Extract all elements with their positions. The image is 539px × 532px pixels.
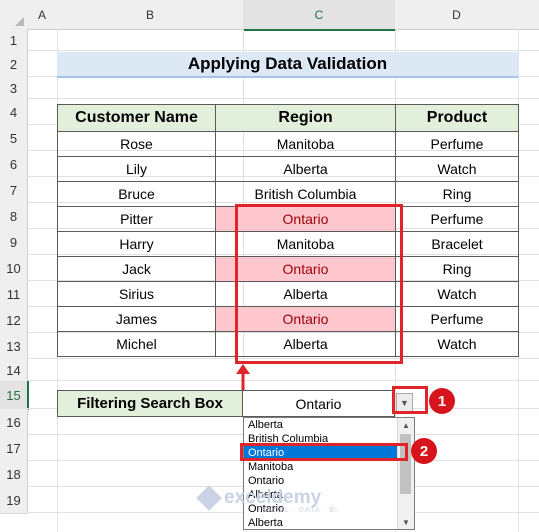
row-header-10[interactable]: 10 [0,255,28,282]
row-header-14[interactable]: 14 [0,359,28,382]
table-row: Rose Manitoba Perfume [57,131,519,157]
row-header-9[interactable]: 9 [0,229,28,256]
row-header-16[interactable]: 16 [0,409,28,436]
dropdown-option[interactable]: Alberta [244,418,414,432]
dropdown-scrollbar[interactable]: ▲ ▼ [397,418,414,529]
cell-product[interactable]: Perfume [395,131,519,157]
row-header-8[interactable]: 8 [0,203,28,230]
row-header-19[interactable]: 19 [0,487,28,514]
row-header-2[interactable]: 2 [0,51,28,78]
cell-product[interactable]: Watch [395,331,519,357]
row-header-4[interactable]: 4 [0,99,28,126]
dropdown-annotation-box [392,386,428,414]
select-all-corner[interactable] [0,0,28,30]
row-header-15[interactable]: 15 [0,381,29,410]
column-header-a[interactable]: A [27,0,58,30]
cell-customer-name[interactable]: James [57,306,216,332]
dropdown-option[interactable]: Manitoba [244,460,414,474]
row-header-11[interactable]: 11 [0,281,28,308]
cell-customer-name[interactable]: Bruce [57,181,216,207]
step-badge-1: 1 [429,388,455,414]
table-row: Lily Alberta Watch [57,156,519,182]
row-header-5[interactable]: 5 [0,125,28,152]
cell-customer-name[interactable]: Jack [57,256,216,282]
row-header-18[interactable]: 18 [0,461,28,488]
watermark-text: exceldemy [224,487,322,508]
cell-product[interactable]: Perfume [395,206,519,232]
row-header-6[interactable]: 6 [0,151,28,178]
row-header-13[interactable]: 13 [0,333,28,360]
option-annotation-box [240,443,408,461]
column-header-c[interactable]: C [243,0,396,31]
step-badge-2: 2 [411,438,437,464]
cell-customer-name[interactable]: Pitter [57,206,216,232]
cell-product[interactable]: Perfume [395,306,519,332]
cell-customer-name[interactable]: Lily [57,156,216,182]
cell-customer-name[interactable]: Rose [57,131,216,157]
row-header-1[interactable]: 1 [0,29,28,52]
watermark-diamond-icon [196,485,222,511]
gridline [27,98,539,99]
column-header-b[interactable]: B [57,0,244,30]
gridline [27,50,539,51]
filter-label: Filtering Search Box [57,390,243,417]
cell-customer-name[interactable]: Michel [57,331,216,357]
cell-region[interactable]: Alberta [215,156,396,182]
cell-product[interactable]: Watch [395,281,519,307]
row-header-12[interactable]: 12 [0,307,28,334]
table-row: Bruce British Columbia Ring [57,181,519,207]
dropdown-option[interactable]: Alberta [244,516,414,530]
gridline [27,380,539,381]
sheet-title[interactable]: Applying Data Validation [57,52,518,78]
table-header-row: Customer Name Region Product [57,104,519,132]
header-product[interactable]: Product [395,104,519,132]
cell-region[interactable]: British Columbia [215,181,396,207]
cell-product[interactable]: Bracelet [395,231,519,257]
cell-product[interactable]: Ring [395,256,519,282]
row-header-7[interactable]: 7 [0,177,28,204]
column-header-d[interactable]: D [395,0,519,30]
cell-region[interactable]: Manitoba [215,131,396,157]
scroll-down-icon[interactable]: ▼ [398,515,414,529]
filter-search-cell[interactable]: Ontario [243,390,395,417]
column-header-blank[interactable] [518,0,539,30]
highlight-annotation-box [235,204,403,364]
cell-product[interactable]: Ring [395,181,519,207]
cell-customer-name[interactable]: Harry [57,231,216,257]
scroll-up-icon[interactable]: ▲ [398,418,414,432]
header-region[interactable]: Region [215,104,396,132]
row-header-17[interactable]: 17 [0,435,28,462]
cell-product[interactable]: Watch [395,156,519,182]
header-customer-name[interactable]: Customer Name [57,104,216,132]
row-header-3[interactable]: 3 [0,77,28,100]
cell-customer-name[interactable]: Sirius [57,281,216,307]
watermark-tagline: EXCEL · DATA · BI [262,507,338,514]
